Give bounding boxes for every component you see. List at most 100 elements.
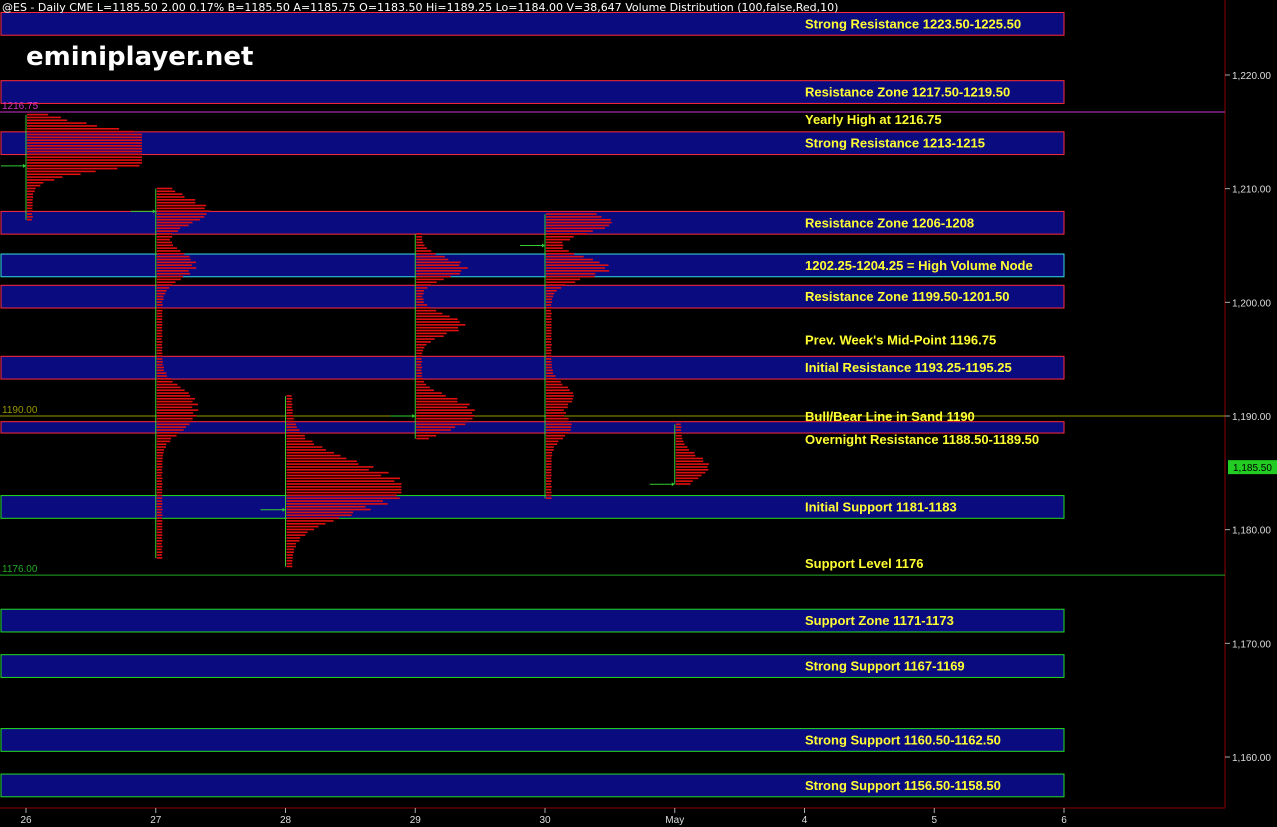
profile-bar <box>156 466 163 468</box>
profile-bar <box>286 446 323 448</box>
profile-bar <box>156 304 163 306</box>
profile-bar <box>286 494 397 497</box>
profile-bar <box>546 224 610 227</box>
profile-bar <box>546 389 570 392</box>
profile-bar <box>286 557 293 559</box>
profile-bar <box>156 378 171 380</box>
profile-bar <box>27 176 63 178</box>
profile-bar <box>27 119 68 122</box>
profile-bar <box>286 460 357 463</box>
zone-label: Resistance Zone 1206-1208 <box>805 215 974 230</box>
profile-bar <box>156 517 162 519</box>
profile-bar <box>156 415 197 417</box>
price-tick-label: 1,220.00 <box>1232 71 1271 82</box>
profile-bar <box>416 292 424 295</box>
profile-bar <box>546 361 552 363</box>
profile-bar <box>27 179 55 181</box>
profile-bar <box>546 417 569 420</box>
profile-bar <box>156 474 162 477</box>
zone-label: 1202.25-1204.25 = High Volume Node <box>805 258 1033 273</box>
date-tick-label: May <box>665 815 684 826</box>
profile-bar <box>156 224 189 227</box>
profile-bar <box>156 395 191 397</box>
profile-bar <box>416 412 473 414</box>
profile-bar <box>286 454 341 457</box>
profile-bar <box>416 426 456 428</box>
profile-bar <box>546 338 552 340</box>
profile-bar <box>156 451 164 454</box>
profile-bar <box>546 446 554 448</box>
profile-bar <box>27 139 142 141</box>
profile-bar <box>286 434 305 437</box>
profile-bar <box>286 432 301 434</box>
date-tick-label: 29 <box>410 815 422 826</box>
profile-bar <box>286 548 294 551</box>
profile-bar <box>156 295 164 298</box>
profile-bar <box>416 335 444 338</box>
price-tick-label: 1,200.00 <box>1232 298 1271 309</box>
date-tick-label: 5 <box>931 815 937 826</box>
profile-bar <box>546 429 571 431</box>
profile-bar <box>546 264 609 266</box>
zone-label: Resistance Zone 1199.50-1201.50 <box>805 289 1010 304</box>
profile-bar <box>156 275 183 278</box>
profile-bar <box>156 309 163 312</box>
profile-bar <box>416 321 460 323</box>
profile-bar <box>156 349 163 352</box>
profile-bar <box>27 136 142 139</box>
profile-bar <box>286 522 326 525</box>
profile-bar <box>286 477 400 480</box>
profile-bar <box>546 346 552 349</box>
profile-bar <box>675 460 704 463</box>
profile-bar <box>675 426 682 428</box>
profile-bar <box>416 358 422 360</box>
profile-bar <box>156 321 163 323</box>
date-tick-label: 26 <box>20 815 32 826</box>
profile-bar <box>286 426 297 428</box>
profile-bar <box>416 241 424 244</box>
profile-bar <box>675 457 704 460</box>
profile-bar <box>286 403 293 406</box>
profile-bar <box>156 440 171 443</box>
profile-bar <box>546 221 612 224</box>
profile-bar <box>286 505 366 508</box>
profile-bar <box>156 545 163 548</box>
profile-bar <box>416 383 427 386</box>
profile-bar <box>546 358 552 360</box>
profile-bar <box>416 298 424 301</box>
profile-bar <box>546 366 552 369</box>
profile-bar <box>27 199 33 201</box>
profile-bar <box>27 218 32 221</box>
profile-bar <box>546 352 552 355</box>
open-label: O=1183.50 <box>359 1 423 14</box>
profile-bar <box>156 247 178 249</box>
profile-bar <box>156 187 173 190</box>
profile-bar <box>156 190 176 193</box>
profile-bar <box>675 443 685 446</box>
bid-label: B=1185.50 <box>227 1 290 14</box>
profile-bar <box>675 466 708 468</box>
profile-bar <box>27 122 87 124</box>
profile-bar <box>546 247 563 249</box>
profile-bar <box>286 429 300 431</box>
profile-bar <box>156 199 196 201</box>
profile-bar <box>546 307 552 309</box>
profile-bar <box>27 173 81 176</box>
profile-bar <box>27 164 140 167</box>
level-left-label: 1176.00 <box>2 564 38 575</box>
profile-bar <box>546 235 574 238</box>
profile-bar <box>286 395 292 397</box>
profile-bar <box>546 426 572 428</box>
profile-bar <box>416 270 462 272</box>
profile-bar <box>546 457 552 460</box>
profile-bar <box>156 400 193 403</box>
profile-bar <box>416 343 427 346</box>
profile-bar <box>156 363 163 366</box>
profile-bar <box>156 235 173 238</box>
profile-bar <box>156 255 190 258</box>
profile-bar <box>156 542 162 545</box>
price-tick-label: 1,170.00 <box>1232 639 1271 650</box>
profile-bar <box>156 548 162 551</box>
profile-bar <box>675 429 682 431</box>
zone-label: Strong Resistance 1213-1215 <box>805 136 985 151</box>
